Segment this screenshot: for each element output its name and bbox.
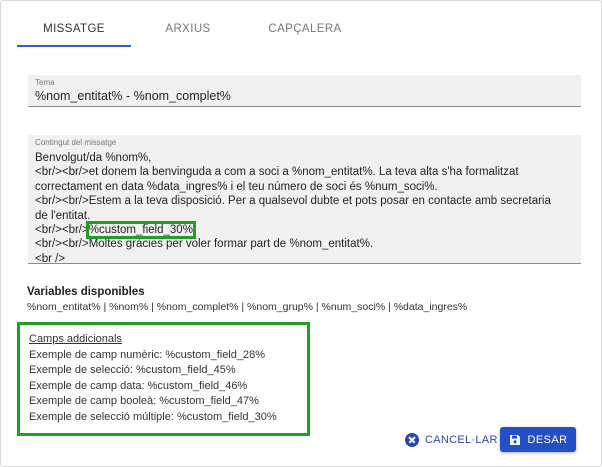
body-line: <br/><br/>Moltes gràcies per voler forma… bbox=[35, 238, 374, 251]
body-line: <br/><br/>et donem la benvinguda a com a… bbox=[35, 166, 519, 179]
dialog: MISSATGE ARXIUS CAPÇALERA Tema %nom_enti… bbox=[0, 0, 602, 467]
message-body-text[interactable]: Benvolgut/da %nom%, <br/><br/>et donem l… bbox=[35, 151, 569, 266]
body-line: <br/><br/>%custom_field_30% bbox=[35, 221, 569, 240]
message-body-field[interactable]: Contingut del missatge Benvolgut/da %nom… bbox=[28, 135, 581, 266]
save-button-label: DESAR bbox=[527, 433, 568, 446]
cancel-icon bbox=[405, 433, 419, 447]
additional-fields-box: Camps addicionals Exemple de camp numèri… bbox=[17, 322, 310, 436]
body-line-prefix: <br/><br/> bbox=[35, 224, 89, 237]
body-line: de l'entitat. bbox=[35, 209, 91, 222]
cancel-button-label: CANCEL·LAR bbox=[425, 434, 498, 446]
cancel-button[interactable]: CANCEL·LAR bbox=[405, 429, 498, 451]
additional-field-item: Exemple de selecció: %custom_field_45% bbox=[29, 364, 236, 376]
body-line: <br/><br/>Estem a la teva disposició. Pe… bbox=[35, 195, 551, 208]
tab-bar: MISSATGE ARXIUS CAPÇALERA bbox=[17, 12, 365, 47]
custom-field-highlight: %custom_field_30% bbox=[85, 221, 196, 240]
body-line: correctament en data %data_ingres% i el … bbox=[35, 180, 438, 193]
subject-label: Tema bbox=[35, 78, 55, 87]
additional-field-item: Exemple de selecció múltiple: %custom_fi… bbox=[29, 410, 277, 423]
additional-fields-heading: Camps addicionals bbox=[29, 333, 122, 345]
additional-field-item: Exemple de camp booleà: %custom_field_47… bbox=[29, 395, 259, 407]
save-icon bbox=[509, 434, 520, 445]
subject-field[interactable]: Tema %nom_entitat% - %nom_complet% bbox=[28, 75, 581, 107]
variables-heading: Variables disponibles bbox=[27, 286, 145, 298]
message-body-label: Contingut del missatge bbox=[35, 138, 117, 147]
body-line: Benvolgut/da %nom%, bbox=[35, 152, 152, 164]
tab-missatge[interactable]: MISSATGE bbox=[17, 12, 131, 47]
tab-capcalera[interactable]: CAPÇALERA bbox=[245, 12, 365, 45]
body-line: <br /> bbox=[35, 252, 66, 265]
additional-field-item: Exemple de camp numèric: %custom_field_2… bbox=[29, 348, 266, 361]
subject-value[interactable]: %nom_entitat% - %nom_complet% bbox=[35, 89, 231, 103]
tab-arxius[interactable]: ARXIUS bbox=[131, 12, 245, 45]
save-button[interactable]: DESAR bbox=[500, 427, 576, 452]
variables-list: %nom_entitat% | %nom% | %nom_complet% | … bbox=[27, 301, 468, 313]
additional-field-item: Exemple de camp data: %custom_field_46% bbox=[29, 379, 248, 392]
